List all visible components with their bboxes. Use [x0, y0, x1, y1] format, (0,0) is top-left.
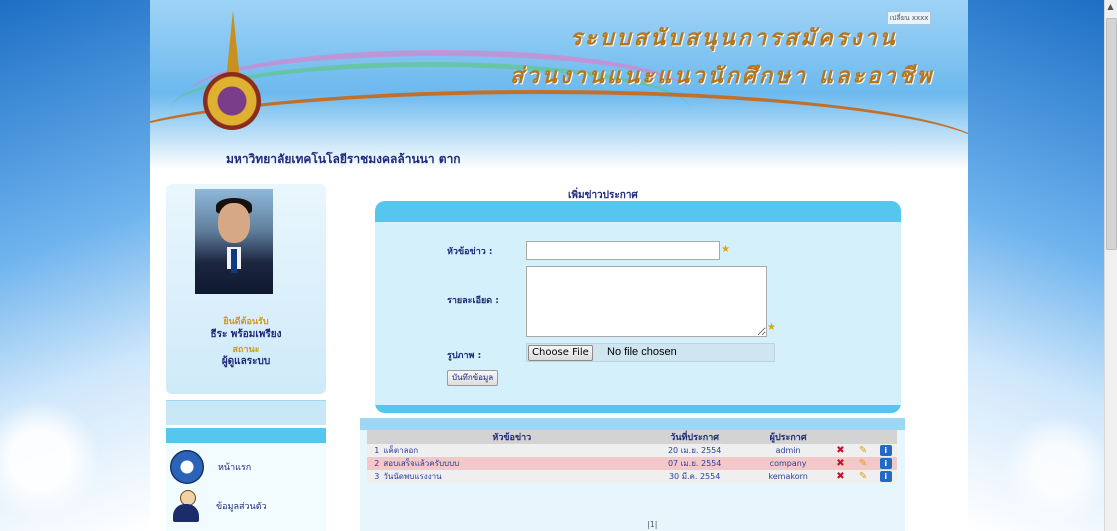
news-author: kemakorn [747, 470, 830, 483]
system-subtitle: ส่วนงานแนะแนวนักศึกษา และอาชีพ [510, 63, 935, 89]
table-header-row: หัวข้อข่าว วันที่ประกาศ ผู้ประกาศ [367, 430, 897, 444]
profile-photo [195, 189, 273, 294]
scroll-up-arrow-icon[interactable]: ▲ [1104, 0, 1117, 14]
university-name: มหาวิทยาลัยเทคโนโลยีราชมงคลล้านนา ตาก [226, 152, 461, 166]
delete-icon[interactable]: ✖ [834, 471, 846, 482]
row-number: 3 [367, 470, 382, 483]
row-number: 1 [367, 444, 382, 457]
delete-icon[interactable]: ✖ [834, 445, 846, 456]
news-subject-link[interactable]: แค็ตาลอก [381, 444, 643, 457]
page-container: เปลี่ยน xxxx ระบบสนับสนุนการสมัครงาน ส่ว… [150, 0, 968, 531]
delete-icon[interactable]: ✖ [834, 458, 846, 469]
welcome-label: ยินดีต้อนรับ [223, 317, 269, 327]
row-number: 2 [367, 457, 382, 470]
info-icon[interactable]: i [879, 458, 892, 469]
user-name: ธีระ พร้อมเพรียง [210, 329, 282, 340]
info-icon[interactable]: i [879, 471, 892, 482]
user-role: ผู้ดูแลระบบ [221, 356, 271, 367]
home-icon [170, 450, 204, 484]
detail-label: รายละเอียด : [447, 296, 499, 306]
sidebar-item-home[interactable]: หน้าแรก [170, 450, 251, 484]
choose-file-button[interactable]: Choose File [528, 345, 593, 361]
file-status: No file chosen [607, 346, 677, 358]
sidebar-divider [166, 400, 326, 425]
sidebar-item-label: ข้อมูลส่วนตัว [216, 502, 267, 512]
add-news-form: หัวข้อข่าว : ★ รายละเอียด : ★ รูปภาพ : C… [375, 201, 901, 413]
file-input[interactable]: Choose File No file chosen [526, 343, 775, 362]
column-header-date: วันที่ประกาศ [642, 430, 748, 444]
user-icon [170, 490, 202, 522]
image-label: รูปภาพ : [447, 351, 482, 361]
subject-label: หัวข้อข่าว : [447, 247, 493, 257]
news-date: 07 เม.ย. 2554 [642, 457, 748, 470]
news-subject-link[interactable]: วันนัดพบแรงงาน [381, 470, 643, 483]
table-row: 1 แค็ตาลอก 20 เม.ย. 2554 admin ✖ ✎ i [367, 444, 897, 457]
sidebar-item-label: หน้าแรก [218, 463, 252, 473]
edit-pencil-icon[interactable]: ✎ [857, 445, 869, 456]
news-author: company [747, 457, 830, 470]
column-header-author: ผู้ประกาศ [747, 430, 830, 444]
subject-input[interactable] [526, 241, 720, 260]
save-button[interactable]: บันทึกข้อมูล [447, 370, 499, 386]
table-row: 3 วันนัดพบแรงงาน 30 มี.ค. 2554 kemakorn … [367, 470, 897, 483]
edit-pencil-icon[interactable]: ✎ [857, 471, 869, 482]
system-title: ระบบสนับสนุนการสมัครงาน [570, 25, 898, 51]
news-date: 30 มี.ค. 2554 [642, 470, 748, 483]
left-background [0, 0, 150, 531]
column-header-subject: หัวข้อข่าว [381, 430, 643, 444]
right-background [968, 0, 1104, 531]
header-banner: เปลี่ยน xxxx ระบบสนับสนุนการสมัครงาน ส่ว… [150, 0, 968, 170]
info-icon[interactable]: i [879, 445, 892, 456]
table-row: 2 สอบเสร็จแล้วครับบบบ 07 เม.ย. 2554 comp… [367, 457, 897, 470]
scrollbar-thumb[interactable] [1106, 18, 1117, 250]
news-date: 20 เม.ย. 2554 [642, 444, 748, 457]
university-emblem-logo [198, 10, 268, 150]
news-author: admin [747, 444, 830, 457]
profile-panel: ยินดีต้อนรับ ธีระ พร้อมเพรียง สถานะ ผู้ด… [166, 184, 326, 394]
news-table: หัวข้อข่าว วันที่ประกาศ ผู้ประกาศ 1 แค็ต… [367, 430, 897, 483]
required-star-icon: ★ [721, 244, 730, 255]
detail-textarea[interactable] [526, 266, 767, 337]
sidebar-item-profile[interactable]: ข้อมูลส่วนตัว [170, 490, 267, 522]
pagination[interactable]: |1| [647, 520, 657, 529]
news-subject-link[interactable]: สอบเสร็จแล้วครับบบบ [381, 457, 643, 470]
edit-pencil-icon[interactable]: ✎ [857, 458, 869, 469]
required-star-icon: ★ [767, 322, 776, 333]
